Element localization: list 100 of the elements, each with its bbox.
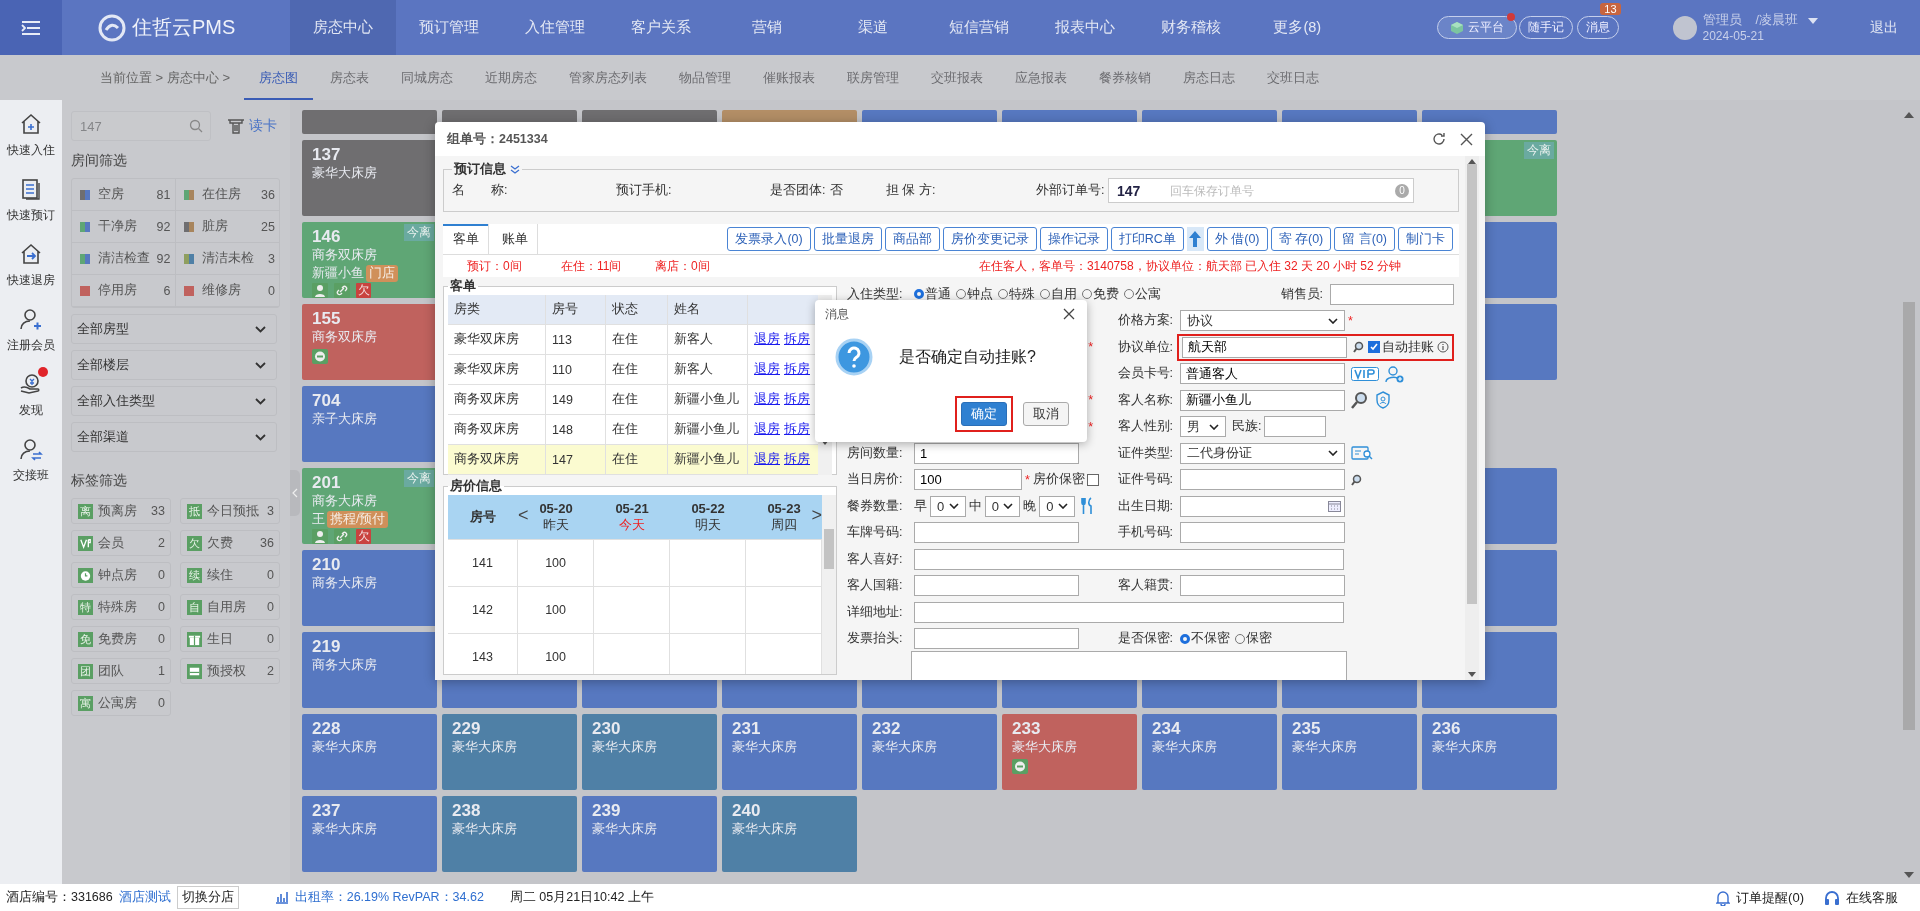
room-filter-item[interactable]: 维修房 0	[175, 275, 279, 307]
text-field[interactable]: 航天部	[1182, 336, 1347, 358]
room-card[interactable]: 229 豪华大床房	[442, 714, 577, 790]
search-icon[interactable]	[1353, 341, 1365, 354]
page-tab[interactable]: 管家房态列表	[554, 55, 663, 100]
radio-option[interactable]: 特殊	[998, 285, 1035, 303]
tag-filter-item[interactable]: 会员 2	[71, 530, 171, 556]
room-filter-item[interactable]: 干净房 92	[72, 211, 176, 243]
arrow-up-icon[interactable]	[1468, 159, 1476, 164]
nav-tab[interactable]: 房态中心	[290, 0, 397, 55]
room-filter-item[interactable]: 清洁未检 3	[175, 243, 279, 275]
chevron-down-icon[interactable]	[510, 164, 520, 174]
row-action-link[interactable]: 退房	[754, 391, 780, 408]
logout-link[interactable]: 退出	[1870, 18, 1898, 37]
action-button[interactable]: 发票录入(0)	[727, 227, 811, 251]
bell-icon[interactable]	[1716, 889, 1731, 906]
text-field[interactable]	[1180, 522, 1345, 544]
text-field[interactable]	[914, 522, 1079, 544]
checkbox[interactable]: 自动挂账	[1368, 338, 1434, 356]
room-card[interactable]: 228 豪华大床房	[302, 714, 437, 790]
page-tab[interactable]: 物品管理	[664, 55, 747, 100]
room-card[interactable]: 201 商务大床房 王 携程/预付 欠 今离	[302, 468, 437, 544]
read-card-button[interactable]: 读卡	[227, 117, 277, 135]
tag-filter-item[interactable]: 自 自用房 0	[180, 594, 280, 620]
close-icon[interactable]	[1460, 132, 1473, 146]
next-button[interactable]: >	[811, 505, 822, 526]
room-card[interactable]: 146 商务双床房 新疆小鱼 门店 欠 今离	[302, 222, 437, 298]
text-field[interactable]	[914, 575, 1079, 597]
dropdown[interactable]: 协议	[1180, 310, 1345, 332]
room-card[interactable]: 237 豪华大床房	[302, 796, 437, 872]
nav-tab[interactable]: 更多(8)	[1244, 0, 1351, 55]
notes-field[interactable]	[911, 651, 1347, 680]
tag-filter-item[interactable]: 生日 0	[180, 626, 280, 652]
info-icon[interactable]	[1437, 341, 1449, 354]
action-button[interactable]: 批量退房	[813, 227, 882, 251]
room-card[interactable]: 232 豪华大床房	[862, 714, 997, 790]
room-card[interactable]: 238 豪华大床房	[442, 796, 577, 872]
page-tab[interactable]: 应急报表	[1000, 55, 1083, 100]
collapse-button[interactable]	[1186, 227, 1204, 251]
tag-filter-item[interactable]: 欠 欠费 36	[180, 530, 280, 556]
row-action-link[interactable]: 拆房	[784, 391, 810, 408]
page-tab[interactable]: 交班日志	[1252, 55, 1335, 100]
tag-filter-item[interactable]: 续 续住 0	[180, 562, 280, 588]
switch-branch-button[interactable]: 切换分店	[176, 886, 239, 909]
room-card[interactable]: 704 亲子大床房	[302, 386, 437, 462]
radio-option[interactable]: 不保密	[1180, 630, 1230, 648]
room-card[interactable]: 230 豪华大床房	[582, 714, 717, 790]
page-tab[interactable]: 催账报表	[748, 55, 831, 100]
row-action-link[interactable]: 拆房	[784, 451, 810, 468]
order-tab[interactable]: 客单	[443, 224, 489, 254]
nav-tab[interactable]: 营销	[714, 0, 821, 55]
page-tab[interactable]: 同城房态	[386, 55, 469, 100]
external-order-field[interactable]: 147 回车保存订单号 0	[1108, 178, 1414, 203]
arrow-down-icon[interactable]	[1468, 672, 1476, 677]
guest-row[interactable]: 商务双床房 147 在住 新疆小鱼儿 退房 拆房	[448, 445, 818, 475]
order-tab[interactable]: 账单	[492, 224, 538, 254]
nav-tab[interactable]: 报表中心	[1032, 0, 1139, 55]
action-button[interactable]: 打印RC单	[1110, 227, 1184, 251]
quick-action-button[interactable]: 快速预订	[0, 171, 62, 224]
online-support-link[interactable]: 在线客服	[1846, 888, 1898, 907]
tag-filter-item[interactable]: 预授权 2	[180, 658, 280, 684]
action-button[interactable]: 房价变更记录	[942, 227, 1037, 251]
room-card[interactable]: 234 豪华大床房	[1142, 714, 1277, 790]
shield-icon[interactable]	[1375, 391, 1391, 410]
room-filter-item[interactable]: 停用房 6	[72, 275, 176, 307]
nav-tab[interactable]: 财务稽核	[1138, 0, 1245, 55]
dropdown[interactable]: 二代身份证	[1180, 442, 1345, 464]
room-card[interactable]: 233 豪华大床房	[1002, 714, 1137, 790]
text-field[interactable]	[1330, 283, 1454, 305]
radio-option[interactable]: 自用	[1040, 285, 1077, 303]
quick-action-button[interactable]: 注册会员	[0, 301, 62, 354]
headset-icon[interactable]	[1824, 889, 1840, 906]
search-field[interactable]: 147	[71, 111, 211, 141]
room-filter-item[interactable]: 空房 81	[72, 179, 176, 211]
dropdown[interactable]: 0	[1039, 495, 1075, 517]
dropdown[interactable]: 男	[1180, 416, 1226, 438]
text-field[interactable]	[914, 601, 1344, 623]
row-action-link[interactable]: 退房	[754, 451, 780, 468]
filter-dropdown[interactable]: 全部入住类型	[71, 386, 277, 416]
room-card[interactable]: 210 商务大床房	[302, 550, 437, 626]
hotel-name-link[interactable]: 酒店测试	[118, 889, 171, 906]
dropdown[interactable]: 0	[930, 495, 966, 517]
quick-action-button[interactable]: 快速入住	[0, 106, 62, 159]
filter-dropdown[interactable]: 全部渠道	[71, 422, 277, 452]
room-card[interactable]: 231 豪华大床房	[722, 714, 857, 790]
calendar-icon[interactable]	[1328, 500, 1341, 513]
tag-filter-item[interactable]: 免 免费房 0	[71, 626, 171, 652]
user-plus-icon[interactable]	[1385, 364, 1405, 383]
collapse-handle[interactable]	[290, 470, 300, 516]
vip-icon[interactable]	[1351, 366, 1379, 381]
radio-button[interactable]	[1180, 633, 1190, 644]
filter-dropdown[interactable]: 全部楼层	[71, 350, 277, 380]
table-scrollbar[interactable]	[822, 495, 836, 674]
dialog-button[interactable]: 取消	[1023, 402, 1069, 426]
radio-option[interactable]: 免费	[1082, 285, 1119, 303]
text-field[interactable]: 普通客人	[1180, 363, 1345, 385]
room-card[interactable]: 240 豪华大床房	[722, 796, 857, 872]
text-field[interactable]	[1180, 469, 1345, 491]
window-scrollbar[interactable]	[1465, 156, 1479, 680]
cloud-platform-button[interactable]: 云平台	[1436, 16, 1517, 39]
